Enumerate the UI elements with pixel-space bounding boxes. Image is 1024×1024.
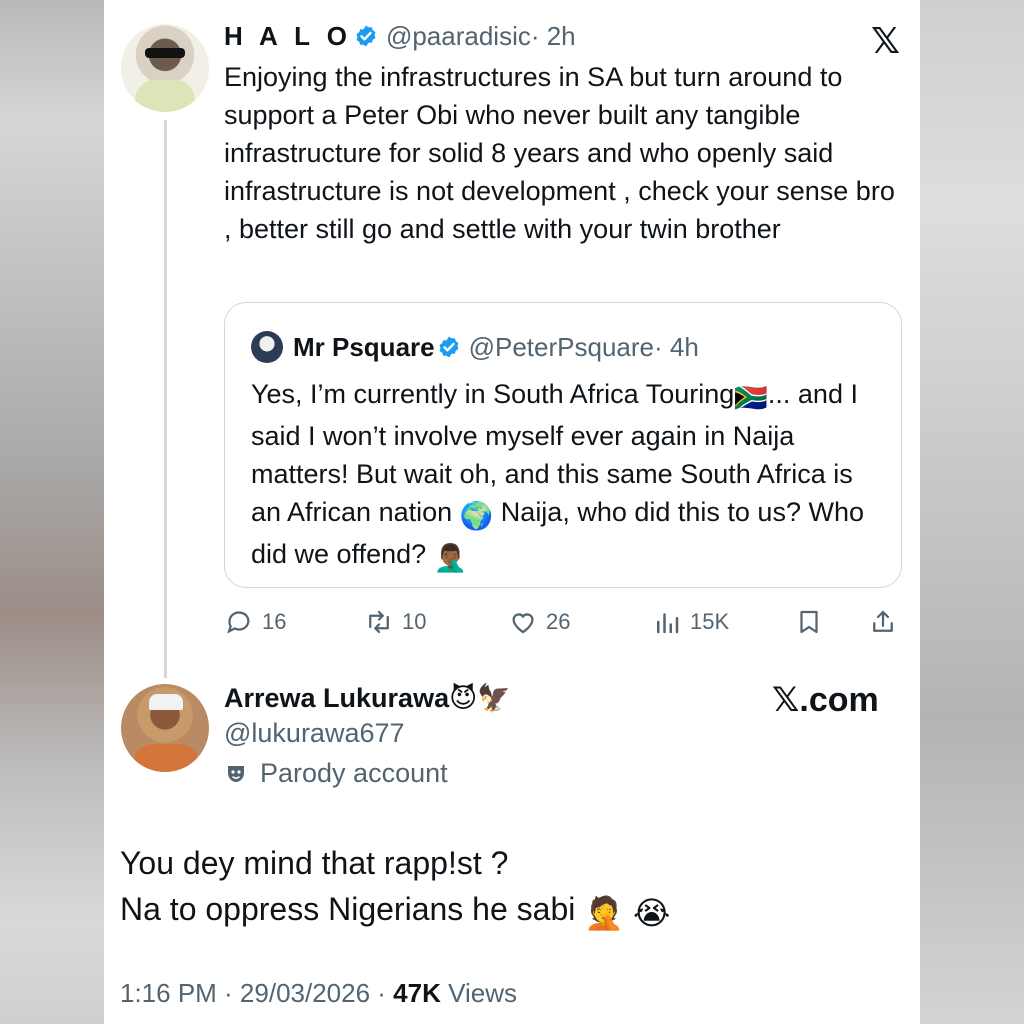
quoted-tweet-time: · 4h: [654, 331, 699, 362]
avatar-sunglasses: [145, 48, 185, 58]
avatar-cap: [149, 694, 183, 710]
reply-author-row: Arrewa Lukurawa 😈🦅: [224, 680, 511, 716]
x-logo-icon[interactable]: 𝕏: [871, 20, 900, 62]
verified-badge-icon: [439, 336, 459, 358]
background-blur-right: [920, 0, 1024, 1024]
avatar-halo[interactable]: [121, 24, 209, 112]
like-button[interactable]: 26: [508, 604, 570, 640]
quoted-tweet-header: Mr Psquare @PeterPsquare · 4h: [251, 331, 699, 363]
share-icon: [873, 610, 893, 632]
like-count: 26: [546, 609, 571, 634]
quoted-text-ellipsis: ...: [767, 379, 791, 409]
main-tweet-text: Enjoying the infrastructures in SA but t…: [224, 62, 895, 244]
quoted-author-handle: @PeterPsquare: [468, 331, 654, 362]
share-button[interactable]: [868, 604, 906, 640]
quoted-text-line-1: Yes, I’m currently in South Africa Touri…: [251, 379, 735, 409]
reply-count: 16: [262, 609, 287, 634]
bookmark-icon: [800, 610, 818, 634]
quoted-tweet[interactable]: Mr Psquare @PeterPsquare · 4h Yes, I’m c…: [224, 302, 902, 588]
repost-icon: [369, 610, 389, 634]
reply-icon: [227, 611, 250, 634]
repost-count: 10: [402, 609, 427, 634]
thread-connector-line: [164, 120, 167, 678]
parody-label: Parody account: [260, 758, 448, 788]
bookmark-button[interactable]: [794, 604, 832, 640]
reply-text-line-2-row: Na to oppress Nigerians he sabi 🤦 😭: [120, 886, 900, 936]
views-icon: [657, 613, 679, 634]
avatar-body: [135, 80, 195, 112]
facepalm-crying-emoji-icon: 🤦 😭: [584, 895, 671, 931]
repost-button[interactable]: 10: [364, 604, 426, 640]
globe-icon: 🌍: [459, 501, 494, 531]
parody-mask-icon: [228, 765, 244, 782]
tweet-time: · 2h: [530, 20, 576, 51]
reply-text-line-1: You dey mind that rapp!st ?: [120, 845, 509, 881]
reply-author-handle[interactable]: @lukurawa677: [224, 718, 405, 749]
south-africa-flag-icon: 🇿🇦: [734, 383, 768, 413]
like-icon: [512, 613, 534, 634]
author-name[interactable]: H A L O: [224, 21, 352, 52]
reply-tweet-text: You dey mind that rapp!st ? Na to oppres…: [120, 840, 900, 936]
xcom-watermark: 𝕏.com: [772, 681, 879, 719]
reply-views-label: Views: [440, 978, 517, 1008]
avatar-arrewa[interactable]: [121, 684, 209, 772]
views-button[interactable]: 15K: [652, 604, 729, 640]
background-blur-left: [0, 0, 104, 1024]
author-handle[interactable]: @paaradisic: [386, 21, 531, 52]
reply-meta: 1:16 PM · 29/03/2026 · 47K Views: [120, 978, 517, 1009]
views-count: 15K: [690, 609, 730, 634]
reply-text-line-2: Na to oppress Nigerians he sabi: [120, 891, 576, 927]
reply-author-name[interactable]: Arrewa Lukurawa: [224, 683, 449, 714]
verified-badge-icon: [356, 25, 376, 47]
reply-button[interactable]: 16: [224, 604, 286, 640]
reply-timestamp[interactable]: 1:16 PM · 29/03/2026 ·: [120, 978, 393, 1008]
avatar-robe: [133, 744, 199, 772]
tweet-card: H A L O @paaradisic · 2h 𝕏 Enjoying the …: [104, 0, 920, 1024]
quoted-author-name: Mr Psquare: [293, 331, 435, 362]
main-tweet-header: H A L O @paaradisic · 2h: [224, 20, 576, 52]
reply-views-count: 47K: [393, 978, 441, 1008]
quoted-tweet-text: Yes, I’m currently in South Africa Touri…: [251, 375, 883, 577]
action-bar: 16 10 26 15K: [224, 604, 904, 640]
devil-eagle-emoji-icon: 😈🦅: [449, 683, 511, 713]
facepalm-icon: 🤦🏾‍♂️: [433, 543, 468, 573]
quoted-avatar: [251, 331, 283, 363]
parody-badge: Parody account: [224, 758, 448, 789]
